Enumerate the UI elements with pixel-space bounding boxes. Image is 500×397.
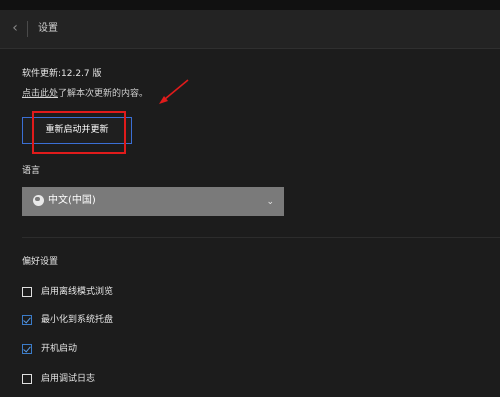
checkbox-launch-on-startup[interactable] bbox=[22, 344, 32, 354]
checkbox-minimize-to-tray[interactable] bbox=[22, 315, 32, 325]
chevron-left-icon: ‹ bbox=[12, 20, 18, 36]
pref-debug-log-label: 启用调试日志 bbox=[41, 374, 96, 384]
section-divider bbox=[22, 237, 500, 238]
preferences-label: 偏好设置 bbox=[22, 257, 59, 267]
pref-offline-mode-label: 启用离线模式浏览 bbox=[41, 287, 114, 297]
back-button[interactable]: ‹ bbox=[8, 20, 22, 36]
pref-minimize-to-tray-label: 最小化到系统托盘 bbox=[41, 315, 114, 325]
page-title: 设置 bbox=[38, 23, 58, 34]
checkbox-offline-mode[interactable] bbox=[22, 287, 32, 297]
language-label: 语言 bbox=[22, 166, 41, 176]
update-info-suffix: 了解本次更新的内容。 bbox=[58, 89, 149, 99]
update-details-link[interactable]: 点击此处 bbox=[22, 89, 58, 99]
annotation-arrow-line bbox=[164, 79, 189, 100]
globe-icon bbox=[33, 195, 44, 206]
checkbox-debug-log[interactable] bbox=[22, 374, 32, 384]
window-top-strip bbox=[0, 0, 500, 10]
restart-and-update-button[interactable]: 重新启动并更新 bbox=[22, 117, 132, 144]
update-info-line: 点击此处了解本次更新的内容。 bbox=[22, 88, 148, 100]
update-version-label: 软件更新:12.2.7 版 bbox=[22, 69, 102, 79]
pref-launch-on-startup-label: 开机启动 bbox=[41, 344, 78, 354]
chevron-down-icon: ⌄ bbox=[266, 197, 274, 207]
language-selected-value: 中文(中国) bbox=[48, 195, 96, 206]
annotation-arrow-head bbox=[159, 96, 168, 104]
settings-header: ‹ 设置 bbox=[0, 10, 500, 49]
header-divider bbox=[27, 21, 28, 37]
language-select[interactable]: 中文(中国) ⌄ bbox=[22, 187, 284, 216]
